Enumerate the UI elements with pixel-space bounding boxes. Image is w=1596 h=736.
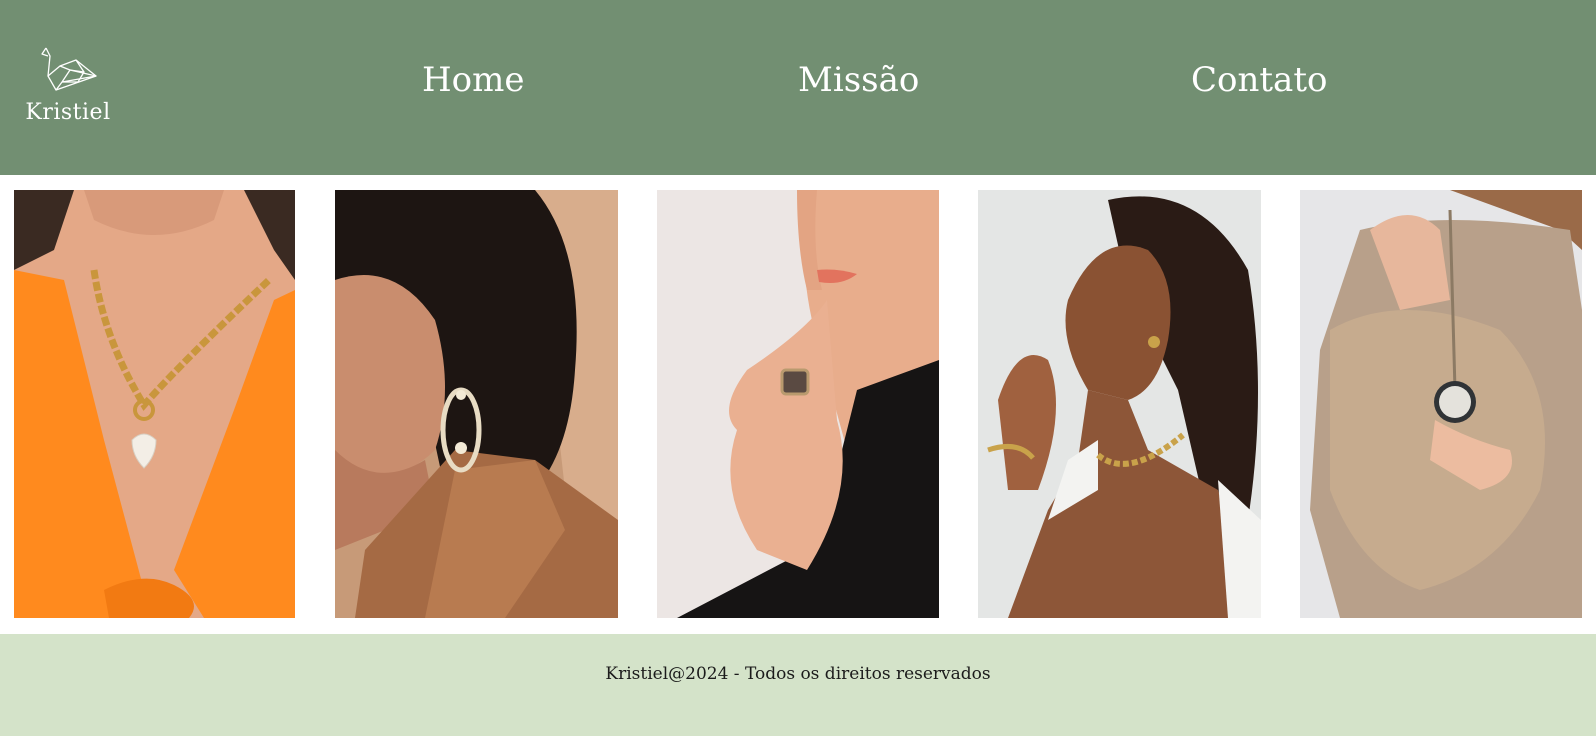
gallery-photo-earring[interactable]	[335, 190, 618, 618]
copyright-text: Kristiel@2024 - Todos os direitos reserv…	[605, 664, 991, 684]
origami-crane-icon	[41, 47, 97, 91]
nav-missao-link[interactable]: Missão	[798, 60, 919, 104]
logo[interactable]: Kristiel	[24, 40, 112, 130]
jewelry-gallery	[0, 190, 1596, 618]
gallery-photo-pocket-watch[interactable]	[1300, 190, 1582, 618]
site-header: Kristiel Home Missão Contato	[0, 0, 1596, 175]
ring-photo-image	[657, 190, 939, 618]
logo-text: Kristiel	[25, 100, 111, 125]
gallery-photo-ring[interactable]	[657, 190, 939, 618]
pocket-watch-photo-image	[1300, 190, 1582, 618]
nav-home-link[interactable]: Home	[422, 60, 524, 104]
gallery-photo-gold-set[interactable]	[978, 190, 1261, 618]
gallery-photo-necklace-orange[interactable]	[14, 190, 295, 618]
site-footer: Kristiel@2024 - Todos os direitos reserv…	[0, 634, 1596, 736]
earring-photo-image	[335, 190, 618, 618]
necklace-photo-image	[14, 190, 295, 618]
nav-contato-link[interactable]: Contato	[1191, 60, 1327, 104]
gold-set-photo-image	[978, 190, 1261, 618]
